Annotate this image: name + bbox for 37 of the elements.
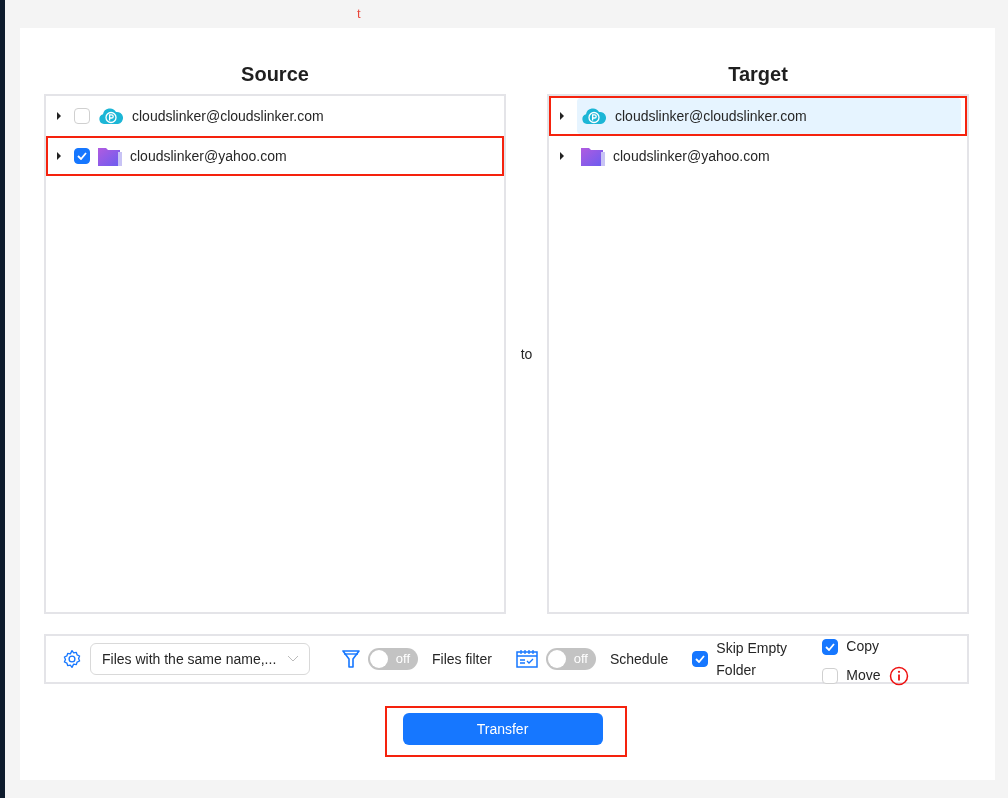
settings-icon[interactable]	[62, 649, 82, 669]
tree-row[interactable]: cloudslinker@cloudslinker.com	[46, 96, 504, 136]
filter-icon[interactable]	[342, 649, 360, 669]
expand-caret-icon[interactable]	[57, 152, 61, 160]
account-label: cloudslinker@yahoo.com	[130, 146, 287, 166]
checkmark-icon	[695, 655, 706, 663]
option-label: Copy	[846, 637, 879, 656]
panel-title: Source	[240, 62, 310, 86]
option-label: Skip Empty Folder	[716, 639, 789, 680]
account-label: cloudslinker@cloudslinker.com	[132, 106, 324, 126]
tree-row[interactable]: cloudslinker@cloudslinker.com	[549, 96, 967, 136]
option-label: Move	[846, 666, 881, 685]
cloud-icon	[581, 107, 607, 125]
checkbox[interactable]	[822, 638, 839, 655]
checkbox[interactable]	[74, 148, 90, 164]
account-label: cloudslinker@yahoo.com	[613, 146, 770, 166]
checkmark-icon	[825, 642, 836, 651]
panel-title: Target	[727, 62, 789, 86]
folder-icon	[581, 146, 605, 166]
option-label: Schedule	[609, 649, 669, 669]
calendar-icon[interactable]	[515, 649, 538, 669]
option-label: Files filter	[432, 649, 492, 669]
account-label: cloudslinker@cloudslinker.com	[615, 106, 807, 126]
annotation-mark: t	[356, 5, 362, 23]
conflict-select[interactable]: Files with the same name,...	[90, 643, 310, 675]
checkbox[interactable]	[692, 651, 709, 667]
info-icon[interactable]	[888, 665, 909, 686]
tree-row[interactable]: cloudslinker@yahoo.com	[549, 136, 967, 176]
cloud-icon	[98, 107, 124, 125]
transfer-button[interactable]: Transfer	[402, 713, 603, 745]
checkmark-icon	[77, 152, 87, 160]
folder-icon	[98, 146, 122, 166]
connector-label: to	[520, 344, 533, 364]
expand-caret-icon[interactable]	[57, 112, 61, 120]
expand-caret-icon[interactable]	[560, 152, 564, 160]
expand-caret-icon[interactable]	[560, 112, 564, 120]
tree-row[interactable]: cloudslinker@yahoo.com	[46, 136, 504, 176]
